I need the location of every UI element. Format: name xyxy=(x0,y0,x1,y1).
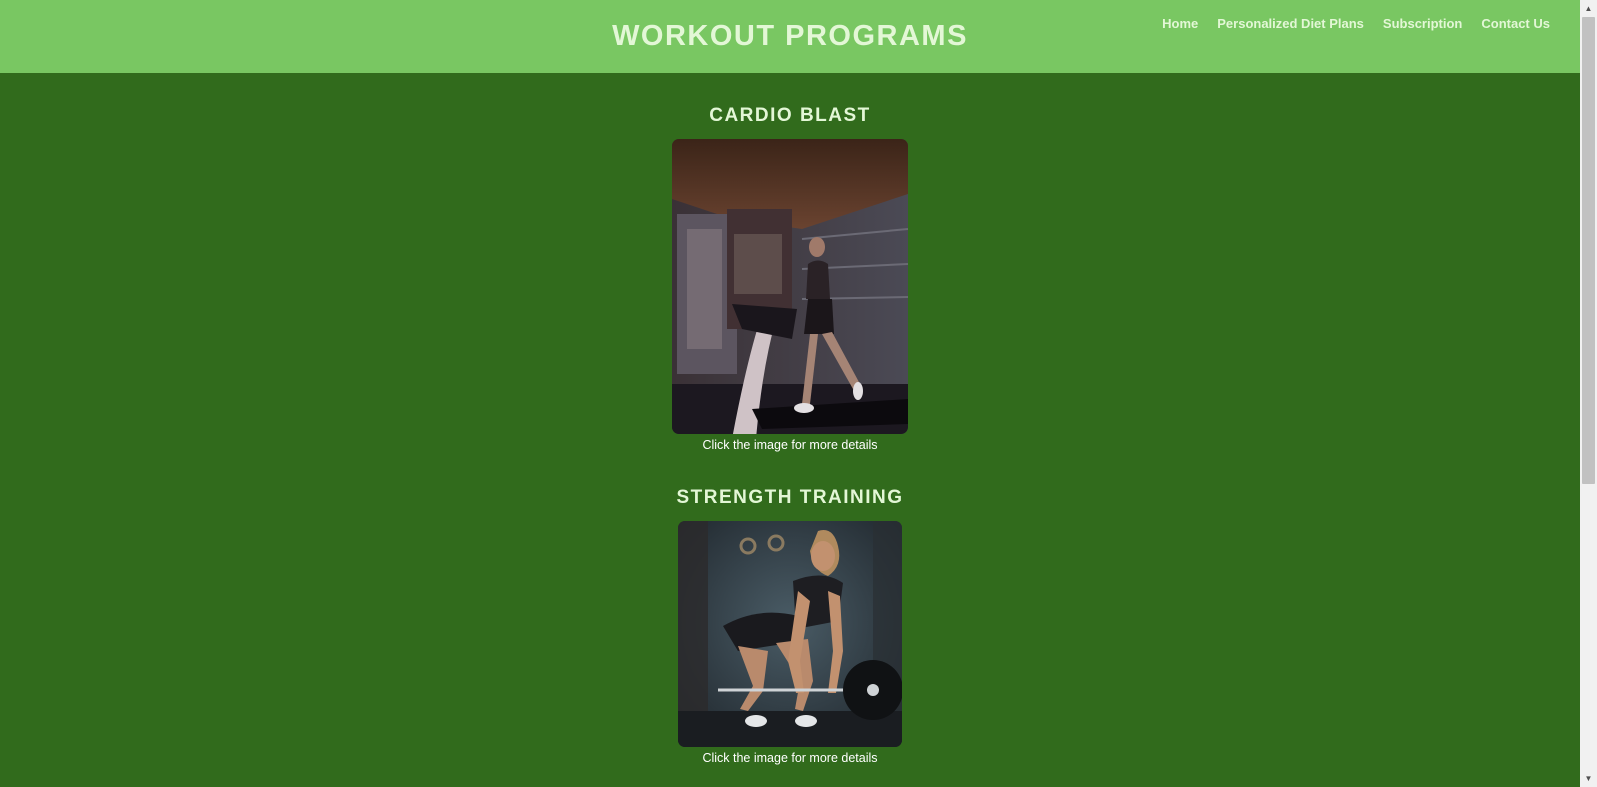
barbell-deadlift-photo xyxy=(678,521,902,747)
page-scrollbar[interactable]: ▲ ▼ xyxy=(1580,0,1597,787)
scrollbar-thumb[interactable] xyxy=(1582,17,1595,484)
nav-link-home[interactable]: Home xyxy=(1162,16,1198,31)
treadmill-runner-photo xyxy=(672,139,908,434)
program-card-cardio-blast: CARDIO BLAST Click the image for more de… xyxy=(0,105,1580,452)
strength-training-image[interactable] xyxy=(678,521,902,747)
program-title: CARDIO BLAST xyxy=(709,105,871,126)
site-header: WORKOUT PROGRAMS Home Personalized Diet … xyxy=(0,0,1580,73)
cardio-blast-image[interactable] xyxy=(672,139,908,434)
scroll-down-arrow-icon[interactable]: ▼ xyxy=(1580,770,1597,787)
main-nav: Home Personalized Diet Plans Subscriptio… xyxy=(1143,16,1550,31)
nav-link-contact-us[interactable]: Contact Us xyxy=(1481,16,1550,31)
program-caption: Click the image for more details xyxy=(702,751,878,765)
nav-link-personalized-diet-plans[interactable]: Personalized Diet Plans xyxy=(1217,16,1364,31)
program-card-strength-training: STRENGTH TRAINING Click the image for mo… xyxy=(0,487,1580,765)
nav-link-subscription[interactable]: Subscription xyxy=(1383,16,1462,31)
scroll-up-arrow-icon[interactable]: ▲ xyxy=(1580,0,1597,17)
program-title: STRENGTH TRAINING xyxy=(676,487,904,508)
program-caption: Click the image for more details xyxy=(702,438,878,452)
